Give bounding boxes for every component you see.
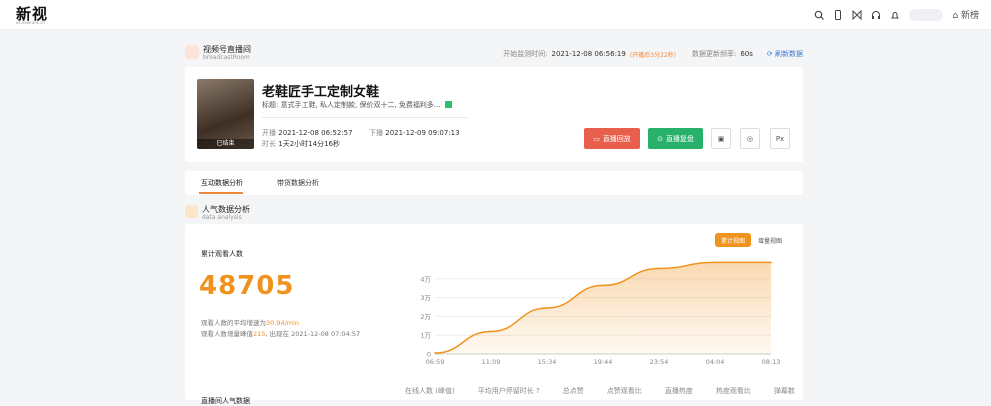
x-tick-label: 06:59	[426, 358, 445, 366]
stats-header: 在线人数 (峰值) 平均用户停留时长 ? 总点赞 点赞观看比 直播热度 热度观看…	[405, 386, 795, 396]
y-tick-label: 1万	[420, 332, 431, 340]
peak-value: 215	[253, 330, 266, 338]
peak-text: 观看人数增量峰值	[201, 330, 253, 338]
duration-label: 时长	[262, 140, 276, 148]
divider	[262, 117, 468, 118]
x-tick-label: 04:04	[706, 358, 725, 366]
y-tick-label: 3万	[420, 294, 431, 302]
start-time: 开播 2021-12-08 06:52:57	[262, 128, 353, 138]
stat-heat-ratio: 热度观看比	[715, 387, 751, 395]
toggle-cumulative[interactable]: 累计视图	[715, 233, 751, 247]
logo-subtitle: xs.newrank.cn	[16, 20, 45, 25]
duration-value: 1天2小时14分16秒	[278, 140, 340, 148]
end-label: 下播	[369, 129, 383, 137]
data-point	[546, 307, 548, 309]
avg-text: 观看人数的平均增速为	[201, 319, 266, 327]
help-icon[interactable]: ?	[536, 387, 540, 395]
monitor-note: (开播后3分22秒)	[629, 51, 676, 59]
new-label: 新榜	[960, 11, 979, 21]
replay-label: 直播回放	[602, 134, 631, 143]
phone-icon[interactable]	[833, 9, 843, 20]
tab-interaction[interactable]: 互动数据分析	[201, 178, 243, 188]
qrcode-icon[interactable]	[444, 101, 452, 108]
y-tick-label: 4万	[420, 275, 431, 283]
stat-like-ratio: 点赞观看比	[606, 387, 642, 395]
page-subtitle: broadcastRoom	[203, 54, 250, 61]
data-point	[770, 261, 772, 264]
status-badge: 已结束	[197, 139, 254, 149]
stat-online-peak: 在线人数 (峰值)	[405, 387, 455, 395]
toggle-increment[interactable]: 增量视图	[753, 233, 787, 247]
tab-sales[interactable]: 带货数据分析	[277, 178, 319, 188]
headset-icon[interactable]	[871, 10, 881, 20]
x-tick-label: 11:09	[482, 358, 501, 366]
top-icons: ⌂ 新榜	[814, 8, 979, 21]
book-icon[interactable]: ▣	[711, 128, 731, 149]
end-time: 下播 2021-12-09 09:07:13	[369, 128, 460, 138]
end-time-value: 2021-12-09 09:07:13	[385, 129, 460, 137]
series-area	[435, 262, 771, 354]
compass-icon[interactable]: ◎	[740, 128, 760, 149]
live-subtitle: 标题: 意式手工鞋, 私人定制款, 保价双十二, 免费福利多...	[262, 100, 452, 110]
peak-time: , 出现在 2021-12-08 07:04:57	[265, 330, 361, 338]
duration: 时长 1天2小时14分16秒	[262, 139, 340, 149]
x-tick-label: 19:44	[594, 358, 613, 366]
live-title: 老鞋匠手工定制女鞋	[262, 85, 380, 100]
analysis-tabs: 互动数据分析 带货数据分析	[185, 171, 803, 195]
live-subtitle-text: 标题: 意式手工鞋, 私人定制款, 保价双十二, 免费福利多...	[262, 101, 441, 109]
broadcast-icon	[185, 45, 199, 59]
live-thumbnail[interactable]: 已结束	[197, 79, 254, 149]
breadcrumb: 视频号直播间 broadcastRoom 开始监测时间: 2021-12-08 …	[185, 43, 803, 67]
monitor-time: 2021-12-08 06:56:19	[551, 50, 626, 58]
butterfly-icon[interactable]	[852, 9, 862, 20]
stat-avg-stay-label: 平均用户停留时长	[477, 387, 534, 395]
review-label: 直播复盘	[665, 134, 694, 143]
data-point	[714, 261, 716, 264]
top-bar: 新视 xs.newrank.cn ⌂ 新榜	[0, 0, 991, 30]
monitor-label: 开始监测时间:	[503, 50, 548, 58]
x-tick-label: 23:54	[650, 358, 669, 366]
data-point	[490, 330, 492, 333]
play-circle-icon: ⊙	[657, 134, 663, 143]
live-info-card: 已结束 老鞋匠手工定制女鞋 标题: 意式手工鞋, 私人定制款, 保价双十二, 免…	[185, 67, 803, 162]
popularity-icon	[185, 205, 198, 218]
avg-speed: 观看人数的平均增速为30.94/min	[201, 317, 299, 327]
popularity-panel: 累计视图 增量视图 累计观看人数 48705 观看人数的平均增速为30.94/m…	[185, 224, 803, 405]
freq-value: 60s	[740, 50, 753, 58]
data-point	[434, 352, 436, 354]
x-tick-label: 08:13	[762, 358, 781, 366]
x-tick-label: 15:34	[538, 358, 557, 366]
search-icon[interactable]	[814, 10, 825, 20]
freq-label: 数据更新频率:	[691, 50, 737, 58]
new-link[interactable]: ⌂ 新榜	[952, 8, 979, 21]
review-button[interactable]: ⊙ 直播复盘	[648, 128, 703, 149]
stat-total-likes: 总点赞	[562, 387, 584, 395]
refresh-button[interactable]: ⟳ 刷新数据	[767, 49, 803, 59]
start-time-value: 2021-12-08 06:52:57	[278, 129, 353, 137]
video-icon: ▭	[593, 134, 600, 143]
bottom-label: 直播间人气数据	[201, 397, 250, 405]
avg-value: 30.94/min	[266, 319, 300, 327]
active-tab-indicator	[199, 192, 243, 194]
stat-avg-stay: 平均用户停留时长 ?	[478, 386, 540, 396]
section-subtitle: data analysis	[202, 214, 242, 221]
peak-increment: 观看人数增量峰值215, 出现在 2021-12-08 07:04:57	[201, 328, 360, 338]
cumulative-label: 累计观看人数	[201, 250, 243, 258]
start-label: 开播	[262, 129, 276, 137]
bell-icon[interactable]	[890, 10, 900, 20]
y-tick-label: 2万	[420, 313, 431, 321]
data-point	[602, 284, 604, 287]
px-icon[interactable]: Px	[770, 128, 790, 149]
viewers-chart: 01万2万3万4万06:59 11:09 15:34 19:44 23:54 04:04 0…	[420, 261, 781, 366]
monitor-info: 开始监测时间: 2021-12-08 06:56:19 (开播后3分22秒) 数…	[503, 49, 803, 59]
data-point	[658, 267, 660, 270]
replay-button[interactable]: ▭ 直播回放	[584, 128, 640, 149]
stat-heat: 直播热度	[664, 387, 693, 395]
stat-danmaku: 弹幕数	[773, 387, 795, 395]
cumulative-value: 48705	[199, 271, 295, 301]
refresh-label: 刷新数据	[775, 50, 803, 58]
user-avatar[interactable]	[909, 8, 944, 21]
